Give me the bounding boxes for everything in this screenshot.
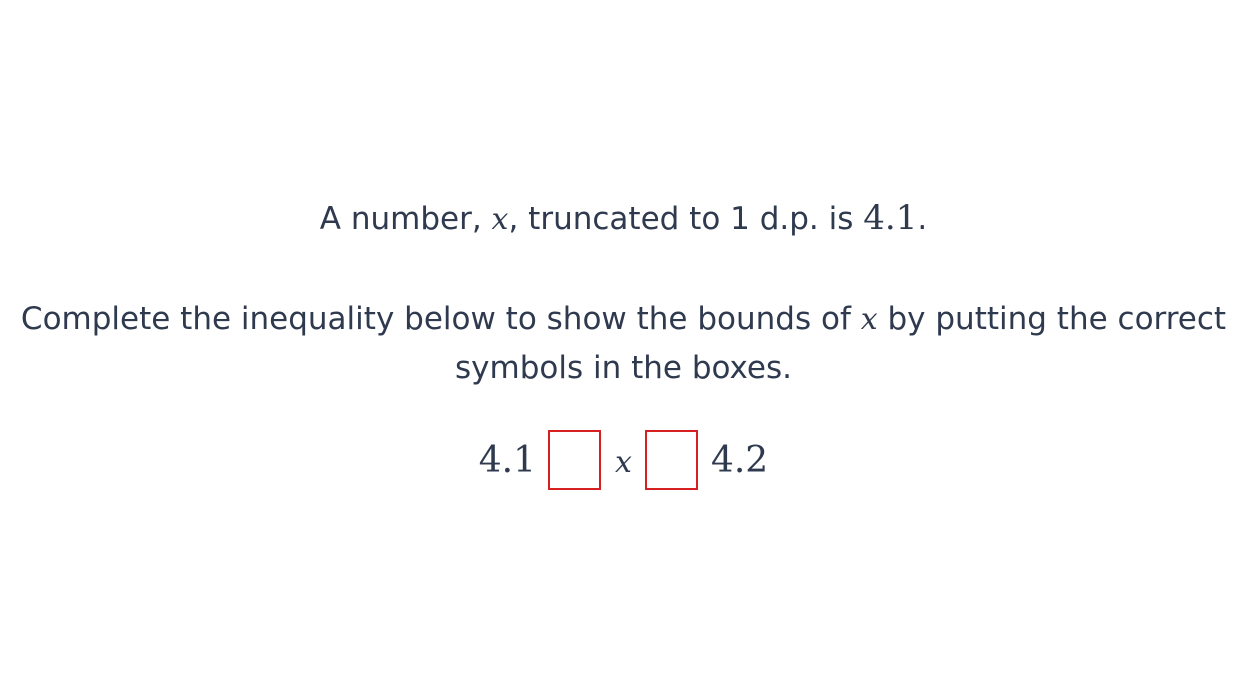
upper-bound: 4.2 [710, 439, 769, 481]
question-instruction: Complete the inequality below to show th… [0, 295, 1247, 392]
right-symbol-box[interactable] [644, 430, 698, 490]
lower-bound: 4.1 [478, 439, 537, 481]
variable-x: x [860, 302, 878, 337]
left-symbol-box[interactable] [548, 430, 602, 490]
inequality-variable-x: x [615, 444, 632, 480]
statement-text-start: A number, [319, 201, 482, 237]
truncated-value: 4.1 [863, 198, 918, 238]
statement-text-middle: , truncated to 1 d.p. is [508, 201, 854, 237]
inequality-row: 4.1 x 4.2 [0, 430, 1247, 490]
variable-x: x [491, 202, 509, 237]
question-statement: A number, x, truncated to 1 d.p. is 4.1. [0, 196, 1247, 242]
instruction-text-start: Complete the inequality below to show th… [20, 301, 851, 337]
question-panel: A number, x, truncated to 1 d.p. is 4.1.… [0, 0, 1247, 691]
statement-text-end: . [917, 201, 928, 237]
